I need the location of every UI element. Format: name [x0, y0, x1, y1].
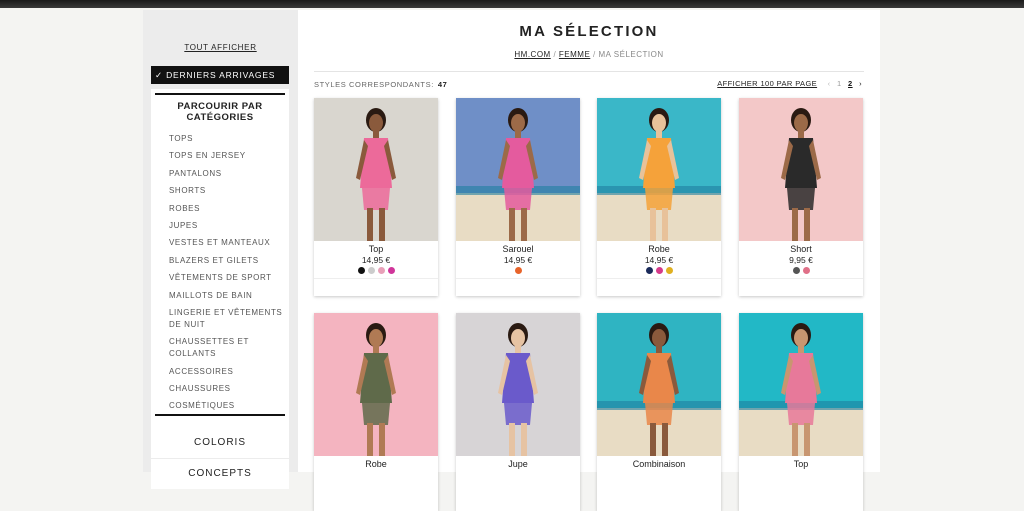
- breadcrumb-link-home[interactable]: HM.COM: [514, 50, 550, 59]
- color-swatch[interactable]: [514, 267, 522, 274]
- show-all-link[interactable]: TOUT AFFICHER: [143, 43, 298, 52]
- product-photo[interactable]: [314, 98, 438, 241]
- sidebar-category-item[interactable]: VÊTEMENTS DE SPORT: [169, 272, 287, 284]
- sidebar-category-item[interactable]: BLAZERS ET GILETS: [169, 255, 287, 267]
- color-swatch[interactable]: [367, 267, 375, 274]
- category-list: TOPS TOPS EN JERSEY PANTALONS SHORTS ROBES JU…: [169, 133, 287, 418]
- product-name[interactable]: Jupe: [456, 459, 580, 469]
- divider: [314, 71, 864, 72]
- color-swatch[interactable]: [655, 267, 663, 274]
- breadcrumb-current: MA SÉLECTION: [598, 50, 664, 59]
- product-photo-image: [597, 98, 721, 241]
- sidebar: TOUT AFFICHER ✓ DERNIERS ARRIVAGES PARCO…: [143, 10, 298, 489]
- styles-count-value: 47: [437, 80, 448, 89]
- product-photo-image: [456, 313, 580, 456]
- product-card[interactable]: Top 14,95 €: [314, 98, 438, 296]
- sidebar-category-item[interactable]: CHAUSSETTES ET COLLANTS: [169, 336, 287, 360]
- page-link-2[interactable]: 2: [848, 79, 853, 88]
- product-photo-image: [314, 313, 438, 456]
- color-swatches: [597, 267, 721, 274]
- product-photo-image: [314, 98, 438, 241]
- color-swatch[interactable]: [645, 267, 653, 274]
- styles-count: STYLES CORRESPONDANTS: 47: [314, 80, 447, 89]
- product-card[interactable]: Sarouel 14,95 €: [456, 98, 580, 296]
- product-photo-image: [739, 98, 863, 241]
- pagination: AFFICHER 100 PAR PAGE ‹ 1 2 ›: [717, 79, 864, 88]
- color-swatch[interactable]: [357, 267, 365, 274]
- sidebar-category-item[interactable]: TOPS: [169, 133, 287, 145]
- product-name[interactable]: Top: [739, 459, 863, 469]
- product-card[interactable]: Jupe: [456, 313, 580, 511]
- product-card[interactable]: Robe: [314, 313, 438, 511]
- product-price: 14,95 €: [503, 255, 533, 265]
- product-name[interactable]: Sarouel: [456, 244, 580, 254]
- divider: [456, 278, 580, 279]
- page-title: MA SÉLECTION: [519, 23, 659, 40]
- product-photo[interactable]: [597, 313, 721, 456]
- new-arrivals-filter[interactable]: ✓ DERNIERS ARRIVAGES: [151, 66, 289, 84]
- divider: [155, 414, 285, 416]
- product-price: 14,95 €: [361, 255, 391, 265]
- sidebar-category-item[interactable]: LINGERIE ET VÊTEMENTS DE NUIT: [169, 307, 287, 331]
- color-swatch[interactable]: [792, 267, 800, 274]
- category-panel-title-line: PARCOURIR PAR: [177, 101, 263, 112]
- product-photo[interactable]: [456, 313, 580, 456]
- category-panel: PARCOURIR PAR CATÉGORIES TOPS TOPS EN JER…: [151, 89, 289, 429]
- sidebar-category-item[interactable]: ACCESSOIRES: [169, 366, 287, 378]
- product-photo-image: [597, 313, 721, 456]
- category-panel-title-line: CATÉGORIES: [186, 112, 254, 123]
- product-name[interactable]: Combinaison: [597, 459, 721, 469]
- color-swatches: [739, 267, 863, 274]
- sidebar-category-item[interactable]: COSMÉTIQUES: [169, 400, 287, 412]
- sidebar-category-item[interactable]: PANTALONS: [169, 168, 287, 180]
- show-100-per-page-link[interactable]: AFFICHER 100 PAR PAGE: [717, 79, 817, 88]
- product-photo[interactable]: [739, 98, 863, 241]
- color-swatch[interactable]: [665, 267, 673, 274]
- divider: [314, 278, 438, 279]
- sidebar-category-item[interactable]: SHORTS: [169, 185, 287, 197]
- breadcrumb: HM.COM / FEMME / MA SÉLECTION: [298, 50, 880, 59]
- colors-filter-button[interactable]: COLORIS: [151, 428, 289, 458]
- divider: [155, 93, 285, 95]
- divider: [739, 278, 863, 279]
- sidebar-category-item[interactable]: VESTES ET MANTEAUX: [169, 237, 287, 249]
- product-card[interactable]: Robe 14,95 €: [597, 98, 721, 296]
- color-swatch[interactable]: [377, 267, 385, 274]
- next-page-icon[interactable]: ›: [859, 79, 862, 88]
- color-swatch[interactable]: [802, 267, 810, 274]
- product-photo-image: [739, 313, 863, 456]
- product-card[interactable]: Combinaison: [597, 313, 721, 511]
- product-name[interactable]: Top: [314, 244, 438, 254]
- color-swatches: [314, 267, 438, 274]
- styles-count-label: STYLES CORRESPONDANTS:: [314, 80, 434, 89]
- sidebar-category-item[interactable]: ROBES: [169, 203, 287, 215]
- color-swatches: [456, 267, 580, 274]
- product-card[interactable]: Top: [739, 313, 863, 511]
- product-photo[interactable]: [597, 98, 721, 241]
- product-name[interactable]: Robe: [314, 459, 438, 469]
- breadcrumb-link-femme[interactable]: FEMME: [559, 50, 590, 59]
- page-link-1[interactable]: 1: [837, 79, 842, 88]
- product-price: 14,95 €: [644, 255, 674, 265]
- product-name[interactable]: Robe: [597, 244, 721, 254]
- prev-page-icon[interactable]: ‹: [828, 79, 831, 88]
- category-panel-title: PARCOURIR PAR CATÉGORIES: [151, 101, 289, 123]
- product-price: 9,95 €: [789, 255, 813, 265]
- sidebar-category-item[interactable]: CHAUSSURES: [169, 383, 287, 395]
- concepts-filter-button[interactable]: CONCEPTS: [151, 459, 289, 489]
- browser-top-bar: [0, 0, 1024, 8]
- sidebar-category-item[interactable]: MAILLOTS DE BAIN: [169, 290, 287, 302]
- divider: [597, 278, 721, 279]
- product-photo[interactable]: [739, 313, 863, 456]
- sidebar-category-item[interactable]: JUPES: [169, 220, 287, 232]
- product-card[interactable]: Short 9,95 €: [739, 98, 863, 296]
- product-photo[interactable]: [456, 98, 580, 241]
- product-name[interactable]: Short: [739, 244, 863, 254]
- sidebar-category-item[interactable]: TOPS EN JERSEY: [169, 150, 287, 162]
- product-photo[interactable]: [314, 313, 438, 456]
- product-photo-image: [456, 98, 580, 241]
- color-swatch[interactable]: [387, 267, 395, 274]
